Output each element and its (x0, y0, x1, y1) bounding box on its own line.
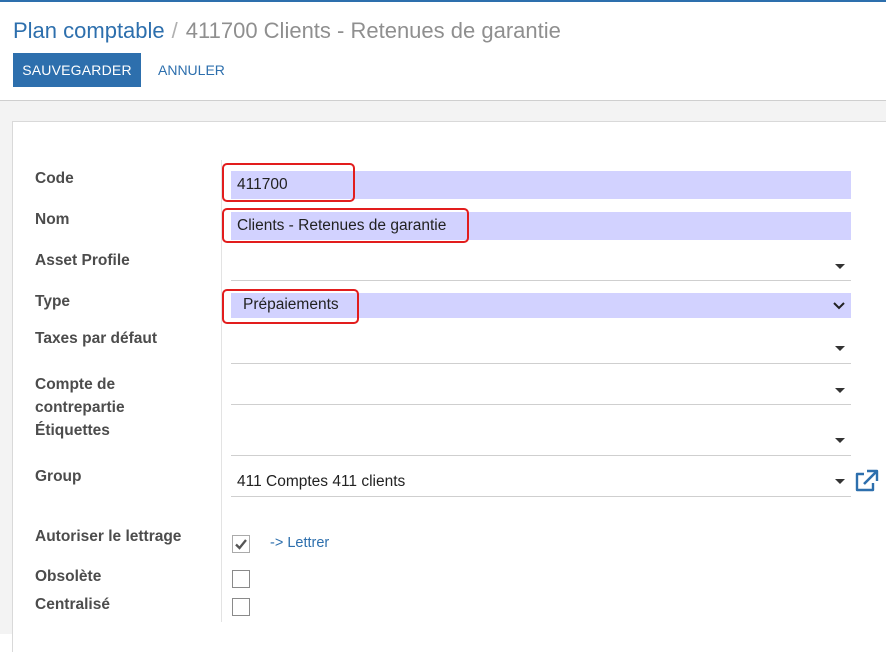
asset-profile-label: Asset Profile (35, 252, 130, 269)
centralized-label: Centralisé (35, 596, 110, 613)
code-label: Code (35, 170, 74, 187)
asset-profile-dropdown[interactable] (231, 252, 851, 281)
save-button[interactable]: SAUVEGARDER (13, 53, 141, 87)
name-highlight-box (222, 208, 469, 243)
caret-down-icon (835, 437, 845, 443)
deprecated-checkbox[interactable] (232, 570, 250, 588)
group-dropdown[interactable]: 411 Comptes 411 clients (231, 466, 851, 497)
external-link-icon[interactable] (853, 469, 879, 493)
caret-down-icon (835, 387, 845, 393)
tags-label: Étiquettes (35, 422, 110, 439)
breadcrumb-current: 411700 Clients - Retenues de garantie (185, 18, 561, 43)
tags-dropdown[interactable] (231, 424, 851, 456)
control-panel: Plan comptable/ 411700 Clients - Retenues… (0, 2, 886, 101)
group-value: 411 Comptes 411 clients (237, 473, 406, 490)
allow-reconcile-checkbox[interactable] (232, 535, 250, 553)
cancel-button[interactable]: ANNULER (148, 53, 235, 87)
default-taxes-label: Taxes par défaut (35, 330, 158, 347)
counterpart-account-dropdown[interactable] (231, 375, 851, 405)
breadcrumb: Plan comptable/ 411700 Clients - Retenues… (13, 18, 561, 44)
type-highlight-box (222, 289, 359, 324)
caret-down-icon (835, 264, 845, 269)
group-label: Group (35, 468, 82, 485)
centralized-checkbox[interactable] (232, 598, 250, 616)
type-label: Type (35, 293, 71, 310)
breadcrumb-separator: / (171, 18, 178, 43)
chevron-down-icon (833, 302, 845, 310)
allow-reconcile-label: Autoriser le lettrage (35, 528, 182, 545)
code-highlight-box (222, 163, 355, 202)
default-taxes-dropdown[interactable] (231, 333, 851, 364)
caret-down-icon (835, 479, 845, 484)
counterpart-account-label-line1: Compte de (35, 376, 116, 393)
breadcrumb-parent-link[interactable]: Plan comptable (13, 18, 165, 43)
deprecated-label: Obsolète (35, 568, 102, 585)
reconcile-link[interactable]: -> Lettrer (270, 535, 329, 551)
counterpart-account-label-line2: contrepartie (35, 399, 125, 416)
check-icon (235, 539, 247, 550)
name-label: Nom (35, 211, 70, 228)
caret-down-icon (835, 346, 845, 351)
